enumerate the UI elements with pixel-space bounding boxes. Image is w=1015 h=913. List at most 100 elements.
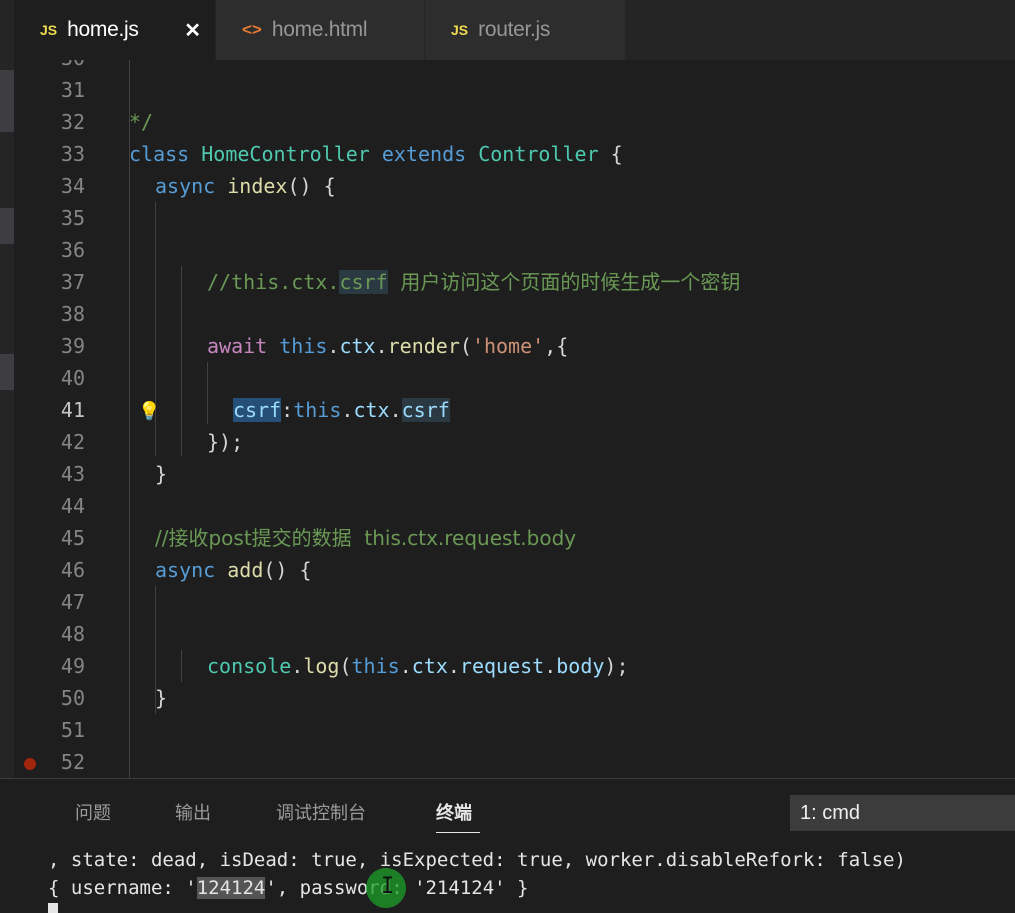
- property-token: ctx: [339, 334, 376, 358]
- code-line: 45 //接收post提交的数据 this.ctx.request.body: [0, 522, 1015, 554]
- class-name-token: HomeController: [201, 142, 370, 166]
- punctuation-token: .: [375, 334, 388, 358]
- panel-tab-output[interactable]: 输出: [175, 799, 211, 825]
- punctuation-token: });: [207, 430, 244, 454]
- code-line: 52: [0, 746, 1015, 778]
- code-line: 43 }: [0, 458, 1015, 490]
- code-line: 32 */: [0, 106, 1015, 138]
- keyword-token: this: [351, 654, 400, 678]
- property-token: ctx: [353, 398, 390, 422]
- terminal-line: { username: '124124', password: '214124'…: [48, 877, 529, 899]
- editor-tab-bar: JS home.js ✕ <> home.html JS router.js: [0, 0, 1015, 60]
- punctuation-token: .: [327, 334, 340, 358]
- property-token: body: [556, 654, 605, 678]
- punctuation-token: (: [339, 654, 352, 678]
- function-name-token: render: [387, 334, 460, 358]
- active-tab-underline: [436, 832, 480, 833]
- javascript-file-icon: JS: [40, 22, 58, 38]
- line-number: 35: [60, 206, 85, 230]
- code-line: 37 //this.ctx.csrf 用户访问这个页面的时候生成一个密钥: [0, 266, 1015, 298]
- code-line-current: 41 💡 csrf:this.ctx.csrf: [0, 394, 1015, 426]
- line-number: 34: [60, 174, 85, 198]
- highlighted-word: csrf: [233, 398, 282, 422]
- code-line: 51: [0, 714, 1015, 746]
- property-token: request: [459, 654, 545, 678]
- keyword-token: async: [155, 174, 228, 198]
- code-line: 48: [0, 618, 1015, 650]
- punctuation-token: .: [544, 654, 557, 678]
- comment-token: 用户访问这个页面的时候生成一个密钥: [387, 270, 741, 294]
- tab-label: router.js: [478, 18, 551, 41]
- line-number: 49: [60, 654, 85, 678]
- function-name-token: add: [227, 558, 264, 582]
- code-line: 40: [0, 362, 1015, 394]
- javascript-file-icon: JS: [451, 22, 469, 38]
- panel-tab-problems[interactable]: 问题: [75, 799, 111, 825]
- line-number: 38: [60, 302, 85, 326]
- code-line: 36: [0, 234, 1015, 266]
- keyword-token: class: [129, 142, 202, 166]
- line-number: 37: [60, 270, 85, 294]
- line-number: 30: [14, 60, 85, 74]
- function-name-token: log: [303, 654, 340, 678]
- highlighted-word: csrf: [401, 398, 450, 422]
- tab-label: home.js: [67, 18, 139, 41]
- code-line: 47: [0, 586, 1015, 618]
- panel-tab-terminal[interactable]: 终端: [436, 799, 472, 825]
- keyword-token: await: [207, 334, 280, 358]
- line-number: 33: [60, 142, 85, 166]
- keyword-token: this: [293, 398, 342, 422]
- keyword-token: async: [155, 558, 228, 582]
- code-editor[interactable]: 30 31 32 */ 33 class HomeController exte…: [0, 60, 1015, 778]
- line-number: 47: [60, 590, 85, 614]
- terminal-select[interactable]: 1: cmd: [790, 795, 1015, 831]
- class-name-token: Controller: [478, 142, 599, 166]
- code-line: 38: [0, 298, 1015, 330]
- line-number: 44: [60, 494, 85, 518]
- punctuation-token: );: [604, 654, 629, 678]
- code-line: 46 async add() {: [0, 554, 1015, 586]
- line-number: 46: [60, 558, 85, 582]
- object-token: console: [207, 654, 292, 678]
- tab-label: home.html: [271, 18, 368, 41]
- panel-tab-debug-console[interactable]: 调试控制台: [276, 799, 366, 825]
- html-file-icon: <>: [242, 20, 262, 39]
- line-number: 41: [60, 398, 85, 422]
- punctuation-token: }: [155, 462, 168, 486]
- bottom-panel: 问题 输出 调试控制台 终端 1: cmd , state: dead, isD…: [0, 778, 1015, 913]
- punctuation-token: .: [399, 654, 412, 678]
- comment-token: //this.ctx.: [207, 270, 340, 294]
- tab-home-js[interactable]: JS home.js ✕: [14, 0, 216, 60]
- terminal-selection: 124124: [196, 877, 266, 899]
- code-line: 33 class HomeController extends Controll…: [0, 138, 1015, 170]
- keyword-token: this: [279, 334, 328, 358]
- punctuation-token: {: [598, 142, 623, 166]
- comment-token: */: [129, 110, 154, 134]
- tab-bar-left-strip: [0, 0, 14, 60]
- comment-token: //接收post提交的数据 this.ctx.request.body: [155, 526, 577, 550]
- punctuation-token: () {: [263, 558, 312, 582]
- code-line: 44: [0, 490, 1015, 522]
- line-number: 42: [60, 430, 85, 454]
- line-number: 32: [60, 110, 85, 134]
- highlighted-word: csrf: [339, 270, 388, 294]
- line-number: 40: [60, 366, 85, 390]
- code-line: 49 console.log(this.ctx.request.body);: [0, 650, 1015, 682]
- code-line: 35: [0, 202, 1015, 234]
- line-number: 51: [60, 718, 85, 742]
- property-token: ctx: [411, 654, 448, 678]
- line-number: 48: [60, 622, 85, 646]
- line-number: 45: [60, 526, 85, 550]
- line-number: 52: [60, 750, 85, 774]
- mouse-pointer-icon: I: [366, 868, 406, 908]
- string-token: 'home': [471, 334, 545, 358]
- lightbulb-icon[interactable]: 💡: [138, 401, 160, 422]
- code-line: 50 }: [0, 682, 1015, 714]
- punctuation-token: (: [459, 334, 472, 358]
- punctuation-token: .: [341, 398, 354, 422]
- tab-home-html[interactable]: <> home.html: [216, 0, 425, 60]
- line-number: 31: [60, 78, 85, 102]
- tab-router-js[interactable]: JS router.js: [425, 0, 626, 60]
- punctuation-token: () {: [287, 174, 336, 198]
- close-icon[interactable]: ✕: [184, 18, 201, 43]
